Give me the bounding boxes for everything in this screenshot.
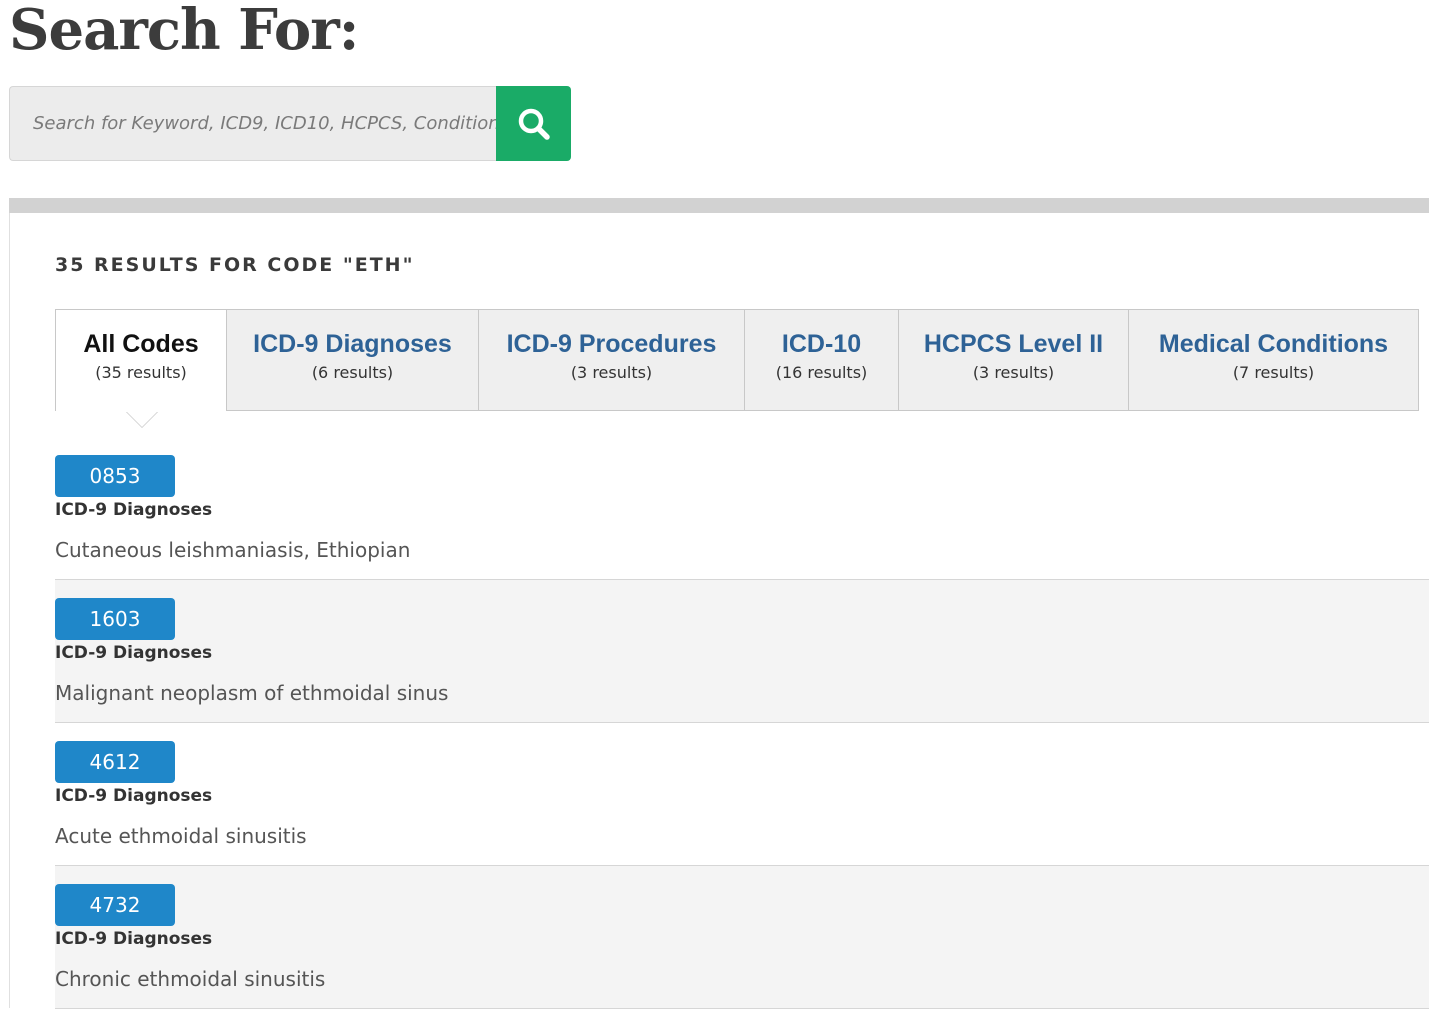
code-badge[interactable]: 4612 [55, 741, 175, 783]
list-item: 4732 ICD-9 Diagnoses Chronic ethmoidal s… [55, 866, 1429, 1009]
results-list: 0853 ICD-9 Diagnoses Cutaneous leishmani… [55, 437, 1429, 1009]
tab-label: All Codes [83, 330, 199, 358]
result-description: Cutaneous leishmaniasis, Ethiopian [55, 538, 411, 562]
list-item: 0853 ICD-9 Diagnoses Cutaneous leishmani… [55, 437, 1429, 580]
result-tabs: All Codes (35 results) ICD-9 Diagnoses (… [55, 309, 1419, 428]
search-icon [516, 106, 552, 142]
tab-hcpcs-level-ii[interactable]: HCPCS Level II (3 results) [899, 310, 1129, 410]
search-button[interactable] [496, 86, 571, 161]
result-description: Acute ethmoidal sinusitis [55, 824, 307, 848]
tab-label: ICD-10 [781, 330, 862, 358]
results-left-border [9, 213, 10, 1008]
page-title: Search For: [9, 0, 359, 63]
tab-count: (16 results) [775, 363, 868, 382]
active-tab-pointer [127, 412, 157, 427]
tab-icd10[interactable]: ICD-10 (16 results) [745, 310, 899, 410]
tab-label: HCPCS Level II [923, 330, 1104, 358]
results-heading: 35 RESULTS FOR CODE "ETH" [55, 254, 415, 276]
tab-icd9-diagnoses[interactable]: ICD-9 Diagnoses (6 results) [227, 310, 479, 410]
tab-medical-conditions[interactable]: Medical Conditions (7 results) [1129, 310, 1418, 410]
code-badge[interactable]: 4732 [55, 884, 175, 926]
tab-count: (3 results) [570, 363, 653, 382]
tab-label: ICD-9 Procedures [506, 330, 717, 358]
code-badge[interactable]: 1603 [55, 598, 175, 640]
tab-count: (6 results) [311, 363, 394, 382]
tab-all-codes[interactable]: All Codes (35 results) [56, 310, 227, 428]
list-item: 1603 ICD-9 Diagnoses Malignant neoplasm … [55, 580, 1429, 723]
result-category: ICD-9 Diagnoses [55, 786, 213, 806]
result-description: Malignant neoplasm of ethmoidal sinus [55, 681, 449, 705]
result-category: ICD-9 Diagnoses [55, 643, 213, 663]
list-item: 4612 ICD-9 Diagnoses Acute ethmoidal sin… [55, 723, 1429, 866]
tab-label: ICD-9 Diagnoses [253, 330, 452, 358]
code-badge[interactable]: 0853 [55, 455, 175, 497]
tab-count: (3 results) [972, 363, 1055, 382]
tab-count: (35 results) [95, 363, 187, 382]
result-category: ICD-9 Diagnoses [55, 929, 213, 949]
result-category: ICD-9 Diagnoses [55, 500, 213, 520]
search-input[interactable] [9, 86, 496, 161]
results-top-bar [9, 198, 1429, 213]
tab-count: (7 results) [1232, 363, 1315, 382]
result-description: Chronic ethmoidal sinusitis [55, 967, 326, 991]
tab-label: Medical Conditions [1158, 330, 1389, 358]
tab-icd9-procedures[interactable]: ICD-9 Procedures (3 results) [479, 310, 745, 410]
